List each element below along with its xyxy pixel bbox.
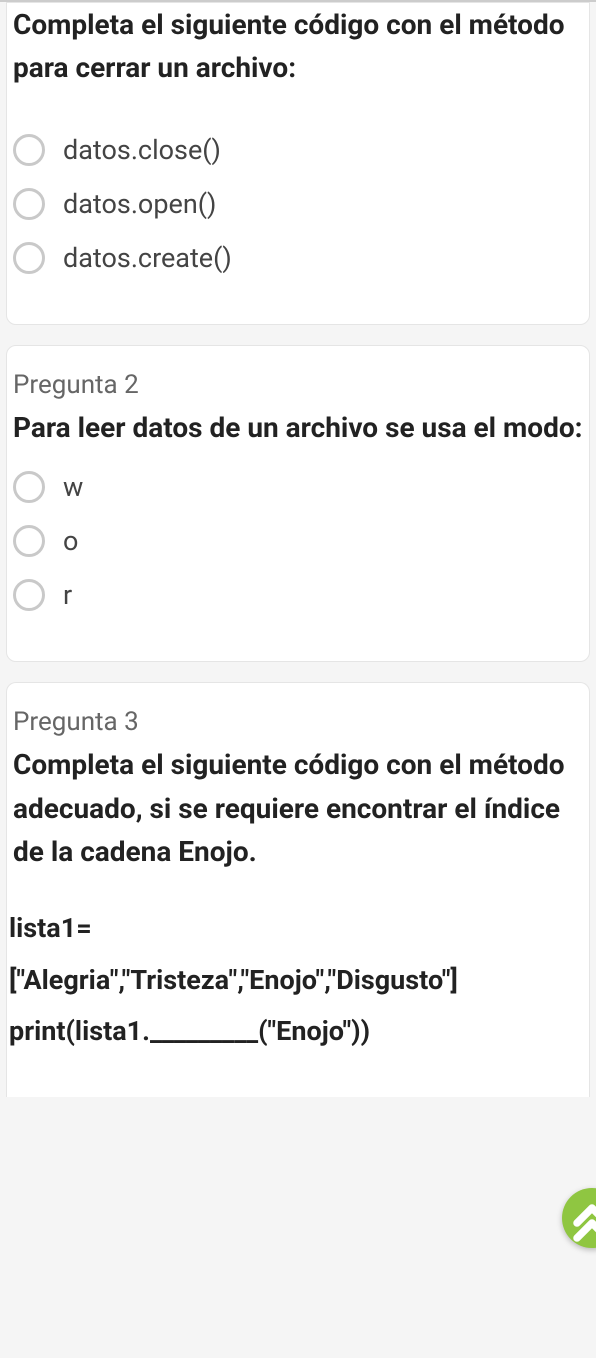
code-line-1: lista1=["Alegria","Tristeza","Enojo","Di…	[9, 912, 458, 1047]
radio-icon	[13, 525, 45, 557]
option-label: datos.open()	[63, 188, 216, 220]
option-radio[interactable]: datos.close()	[13, 134, 583, 166]
option-radio[interactable]: datos.create()	[13, 242, 583, 274]
question-label: Pregunta 2	[7, 346, 589, 406]
question-card-2: Pregunta 2 Para leer datos de un archivo…	[6, 345, 590, 662]
question-text: Completa el siguiente código con el méto…	[7, 3, 589, 102]
radio-icon	[13, 134, 45, 166]
option-label: w	[63, 471, 83, 503]
radio-icon	[13, 579, 45, 611]
option-label: r	[63, 579, 72, 611]
question-code: lista1=["Alegria","Tristeza","Enojo","Di…	[7, 885, 589, 1057]
option-label: o	[63, 525, 78, 557]
question-label: Pregunta 3	[7, 683, 589, 743]
radio-icon	[13, 188, 45, 220]
question-options: w o r	[7, 461, 589, 611]
radio-icon	[13, 242, 45, 274]
question-card-3: Pregunta 3 Completa el siguiente código …	[6, 682, 590, 1097]
question-options: datos.close() datos.open() datos.create(…	[7, 102, 589, 274]
chevron-up-double-icon	[562, 1188, 596, 1248]
option-radio[interactable]: r	[13, 579, 583, 611]
option-label: datos.close()	[63, 134, 221, 166]
scroll-to-top-button[interactable]	[562, 1188, 596, 1248]
question-text: Completa el siguiente código con el méto…	[7, 743, 589, 885]
question-card-1: Completa el siguiente código con el méto…	[6, 2, 590, 325]
question-text: Para leer datos de un archivo se usa el …	[7, 406, 589, 461]
option-label: datos.create()	[63, 242, 232, 274]
option-radio[interactable]: o	[13, 525, 583, 557]
radio-icon	[13, 471, 45, 503]
option-radio[interactable]: w	[13, 471, 583, 503]
option-radio[interactable]: datos.open()	[13, 188, 583, 220]
